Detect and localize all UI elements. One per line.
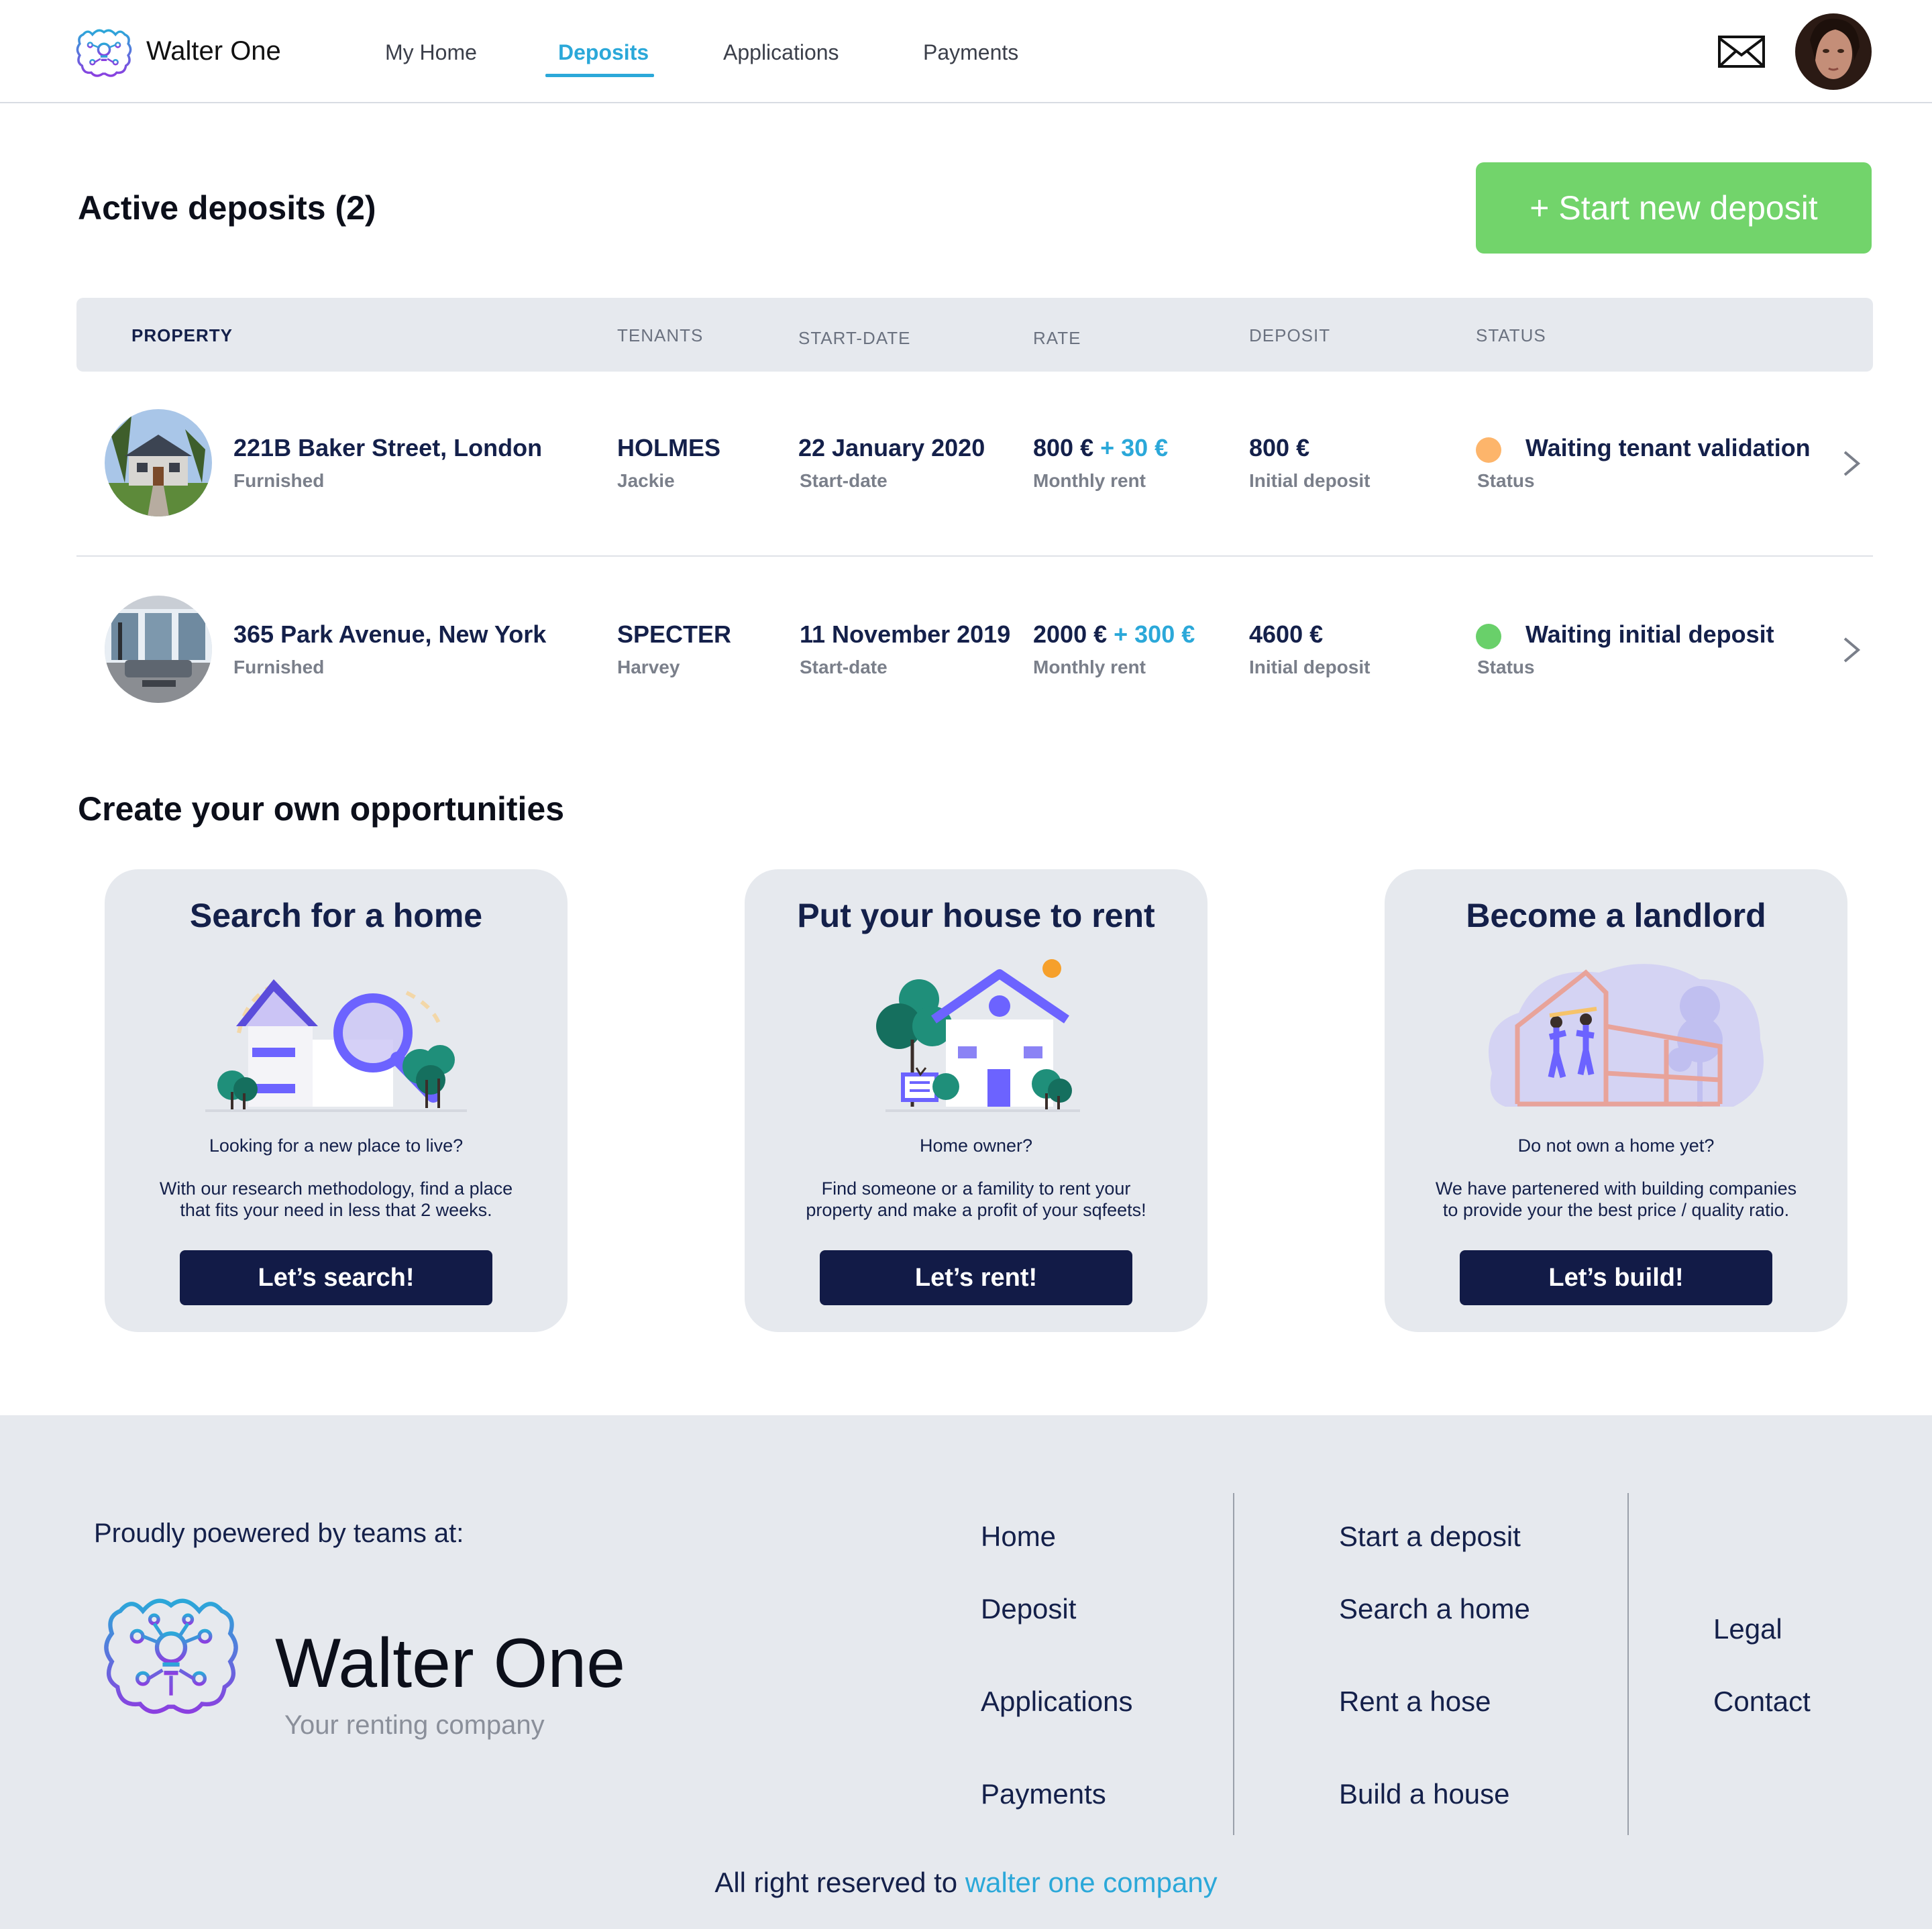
house-for-rent-illustration-icon	[876, 959, 1080, 1112]
status-indicator-dot	[1476, 624, 1501, 649]
property-furnishing: Furnished	[233, 470, 325, 491]
rate-label: Monthly rent	[1033, 657, 1146, 677]
footer-tagline: Your renting company	[284, 1710, 545, 1740]
rate-extra: + 30 €	[1100, 434, 1169, 461]
property-photo[interactable]	[105, 596, 212, 703]
lets-rent-button[interactable]: Let’s rent!	[820, 1250, 1132, 1305]
status-label: Status	[1477, 657, 1535, 677]
card-description-line: We have partenered with building compani…	[1435, 1178, 1797, 1199]
envelope-icon[interactable]	[1717, 35, 1766, 68]
copyright-text: All right reserved to walter one company	[0, 1866, 1932, 1899]
footer-column-divider	[1627, 1493, 1629, 1835]
status-text: Waiting tenant validation	[1525, 434, 1811, 461]
table-header	[76, 298, 1873, 372]
rate-base: 2000 €	[1033, 620, 1108, 648]
brain-circuit-logo-icon[interactable]	[101, 1586, 241, 1726]
column-header-start-date[interactable]: START-DATE	[798, 327, 910, 349]
column-header-property[interactable]: PROPERTY	[131, 325, 233, 346]
chevron-right-icon[interactable]	[1838, 447, 1865, 480]
active-deposits-title: Active deposits (2)	[78, 189, 376, 227]
user-portrait-icon	[1795, 13, 1872, 90]
card-description-line: to provide your the best price / quality…	[1442, 1200, 1790, 1220]
company-link[interactable]: walter one company	[965, 1867, 1218, 1898]
footer-link-legal[interactable]: Legal	[1713, 1612, 1782, 1646]
user-avatar[interactable]	[1795, 13, 1872, 90]
house-construction-illustration-icon	[1489, 964, 1764, 1107]
rate-label: Monthly rent	[1033, 470, 1146, 491]
opportunities-title: Create your own opportunities	[78, 790, 565, 828]
footer-column-divider	[1233, 1493, 1234, 1835]
status-text: Waiting initial deposit	[1525, 620, 1774, 648]
card-title: Put your house to rent	[797, 897, 1155, 934]
footer-link-build-house[interactable]: Build a house	[1339, 1777, 1510, 1811]
house-photo-icon	[105, 409, 212, 516]
row-divider	[76, 555, 1873, 557]
property-furnishing: Furnished	[233, 657, 325, 677]
deposit-label: Initial deposit	[1249, 657, 1371, 677]
column-header-rate[interactable]: RATE	[1033, 327, 1081, 349]
copyright-prefix: All right reserved to	[714, 1867, 958, 1898]
rate-extra: + 300 €	[1114, 620, 1195, 648]
powered-by-text: Proudly poewered by teams at:	[94, 1519, 464, 1548]
property-address[interactable]: 221B Baker Street, London	[233, 433, 542, 463]
house-search-illustration-icon	[205, 979, 467, 1112]
nav-tab-my-home[interactable]: My Home	[385, 39, 477, 66]
footer-link-home[interactable]: Home	[981, 1520, 1056, 1553]
lets-search-button[interactable]: Let’s search!	[180, 1250, 492, 1305]
card-question: Do not own a home yet?	[1517, 1136, 1715, 1156]
start-date-label: Start-date	[800, 657, 888, 677]
start-date-value: 11 November 2019	[800, 620, 1011, 648]
lets-build-button[interactable]: Let’s build!	[1460, 1250, 1772, 1305]
card-description-line: property and make a profit of your sqfee…	[806, 1200, 1146, 1220]
card-description-line: that fits your need in less that 2 weeks…	[180, 1200, 492, 1220]
deposit-value: 4600 €	[1249, 620, 1324, 648]
property-address[interactable]: 365 Park Avenue, New York	[233, 620, 546, 649]
footer-link-rent-house[interactable]: Rent a hose	[1339, 1685, 1491, 1718]
footer-link-deposit[interactable]: Deposit	[981, 1592, 1076, 1626]
nav-tab-applications[interactable]: Applications	[723, 39, 839, 66]
rate-value: 800 € + 30 €	[1033, 433, 1168, 463]
status-indicator-dot	[1476, 437, 1501, 463]
footer-link-search-home[interactable]: Search a home	[1339, 1592, 1530, 1626]
footer-link-payments[interactable]: Payments	[981, 1777, 1106, 1811]
active-tab-indicator	[545, 74, 654, 77]
column-header-tenants[interactable]: TENANTS	[617, 325, 703, 346]
status-label: Status	[1477, 470, 1535, 491]
rate-value: 2000 € + 300 €	[1033, 620, 1195, 649]
column-header-deposit[interactable]: DEPOSIT	[1249, 325, 1330, 346]
column-header-status[interactable]: STATUS	[1476, 325, 1546, 346]
brand-name[interactable]: Walter One	[146, 35, 281, 67]
nav-tab-deposits[interactable]: Deposits	[558, 39, 649, 66]
rate-base: 800 €	[1033, 434, 1094, 461]
card-description-line: With our research methodology, find a pl…	[159, 1178, 513, 1199]
card-title: Search for a home	[189, 897, 483, 934]
tenant-first-name: Jackie	[617, 470, 675, 491]
chevron-right-icon[interactable]	[1838, 633, 1865, 667]
deposit-label: Initial deposit	[1249, 470, 1371, 491]
footer-brand-name: Walter One	[275, 1624, 626, 1702]
card-description-line: Find someone or a famility to rent your	[821, 1178, 1131, 1199]
deposit-value: 800 €	[1249, 434, 1310, 461]
tenant-last-name: HOLMES	[617, 434, 721, 461]
living-room-photo-icon	[105, 596, 212, 703]
nav-tab-payments[interactable]: Payments	[923, 39, 1018, 66]
start-date-value: 22 January 2020	[798, 434, 985, 461]
tenant-last-name: SPECTER	[617, 620, 732, 648]
property-photo[interactable]	[105, 409, 212, 516]
footer-link-contact[interactable]: Contact	[1713, 1685, 1811, 1718]
footer-link-applications[interactable]: Applications	[981, 1685, 1132, 1718]
footer-link-start-deposit[interactable]: Start a deposit	[1339, 1520, 1521, 1553]
card-question: Home owner?	[919, 1136, 1033, 1156]
brain-circuit-logo-icon[interactable]	[75, 24, 133, 82]
card-title: Become a landlord	[1466, 897, 1766, 934]
start-new-deposit-button[interactable]: + Start new deposit	[1476, 162, 1872, 254]
tenant-first-name: Harvey	[617, 657, 680, 677]
card-question: Looking for a new place to live?	[209, 1136, 464, 1156]
start-date-label: Start-date	[800, 470, 888, 491]
